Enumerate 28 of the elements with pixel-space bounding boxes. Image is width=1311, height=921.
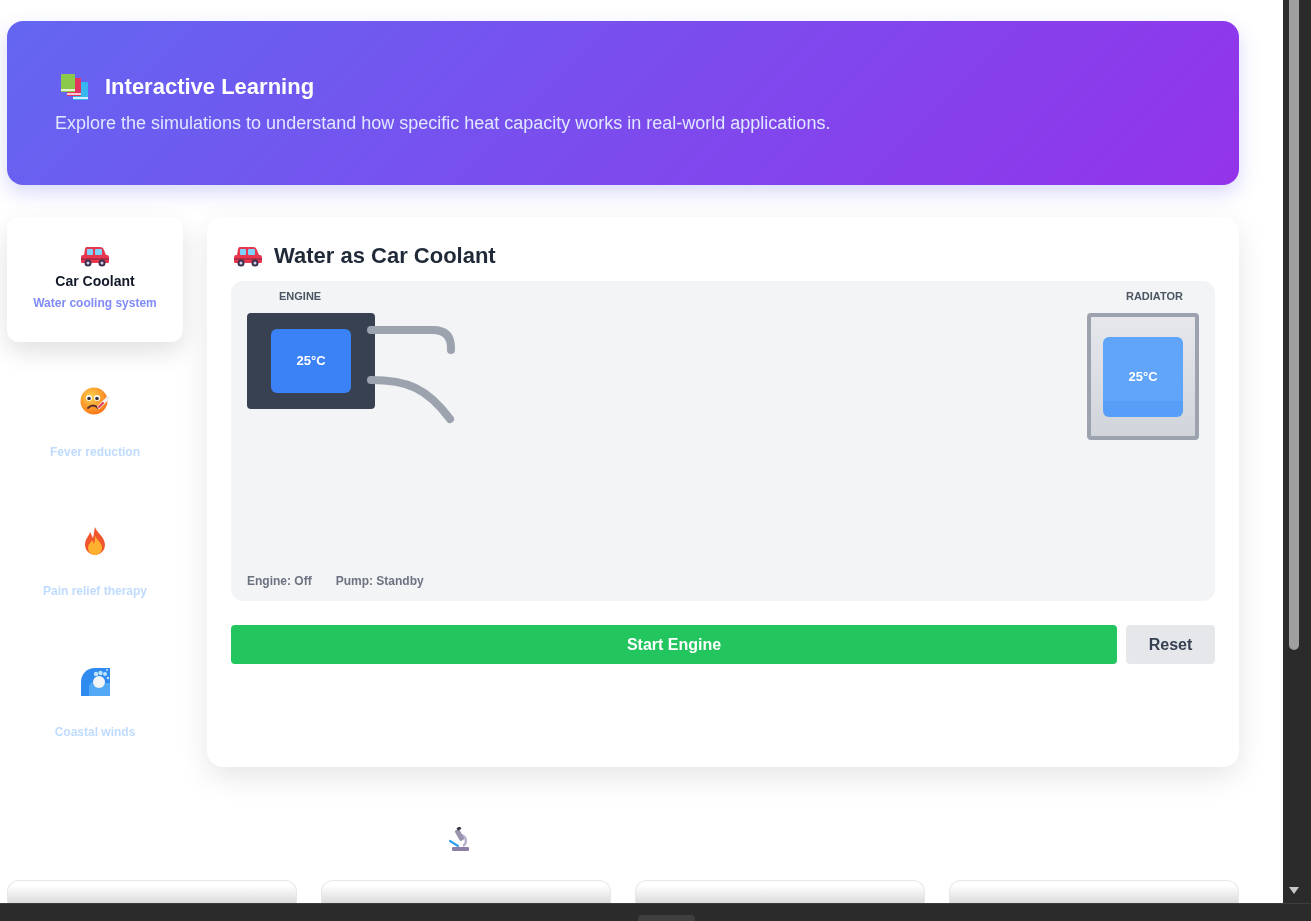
status-text: Engine: Off (247, 573, 312, 589)
engine-temperature: 25°C (271, 329, 351, 393)
reset-button[interactable]: Reset (1126, 625, 1215, 664)
microscope-icon (448, 827, 472, 851)
engine-label: ENGINE (278, 289, 322, 303)
wave-icon (80, 668, 110, 696)
sidebar-item[interactable]: Coastal winds (7, 640, 183, 765)
item-subtitle: Pain relief therapy (42, 583, 147, 599)
car-icon (233, 245, 263, 267)
item-subtitle: Fever reduction (50, 444, 140, 460)
start-button[interactable]: Start Engine (231, 625, 1117, 664)
header-title: Interactive Learning (105, 73, 315, 101)
item-subtitle: Water cooling system (33, 295, 157, 311)
sidebar-item[interactable]: Pain relief therapy (7, 499, 183, 624)
scroll-down-icon[interactable] (1289, 887, 1299, 894)
header-subtitle: Explore the simulations to understand how specific heat capacity works in real-world applications. (55, 112, 832, 135)
item-subtitle: Coastal winds (54, 724, 136, 740)
flame-icon (84, 527, 106, 555)
status-text: Pump: Standby (335, 573, 424, 589)
sidebar-item[interactable]: Car Coolant Water cooling system (7, 217, 183, 342)
sidebar-item[interactable]: Fever reduction (7, 358, 183, 483)
radiator-temperature: 25°C (1103, 337, 1183, 417)
sick-face-icon (80, 386, 110, 416)
scrollbar-thumb[interactable] (1289, 0, 1299, 650)
car-icon (80, 245, 110, 267)
simulation-title: Water as Car Coolant (274, 242, 496, 270)
item-title: Car Coolant (55, 273, 135, 289)
radiator-label: RADIATOR (1125, 289, 1184, 303)
